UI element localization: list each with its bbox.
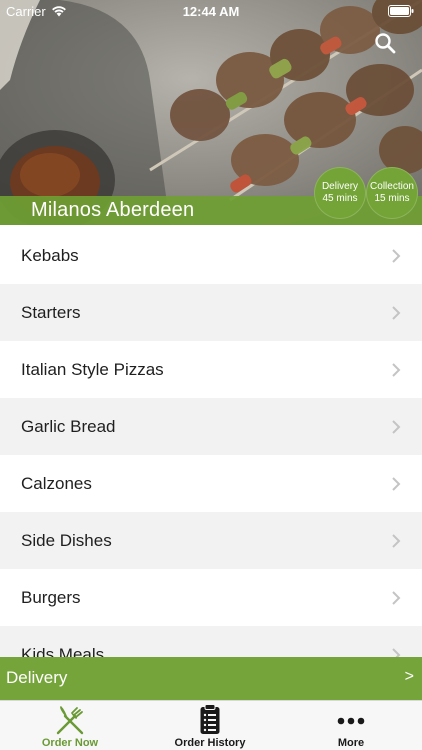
category-label: Starters (21, 302, 81, 322)
collection-badge-title: Collection (370, 181, 414, 192)
restaurant-name: Milanos Aberdeen (31, 199, 195, 221)
order-type-bar[interactable]: Delivery > (0, 657, 422, 700)
category-row-starters[interactable]: Starters (0, 284, 422, 341)
status-bar: Carrier 12:44 AM (0, 0, 422, 22)
chevron-right-icon (392, 647, 401, 657)
delivery-badge-time: 45 mins (322, 193, 358, 204)
chevron-right-icon (392, 533, 401, 548)
battery-icon (388, 5, 414, 17)
category-label: Italian Style Pizzas (21, 359, 164, 379)
category-label: Calzones (21, 473, 92, 493)
tab-order-history-label: Order History (174, 737, 246, 749)
order-type-arrow: > (404, 668, 414, 685)
tab-order-now[interactable]: Order Now (0, 701, 140, 750)
category-list: Kebabs Starters Italian Style Pizzas Gar… (0, 227, 422, 657)
chevron-right-icon (392, 419, 401, 434)
category-row-kids-meals[interactable]: Kids Meals (0, 626, 422, 657)
status-time: 12:44 AM (182, 4, 240, 19)
more-dots-icon (337, 717, 365, 725)
receipt-icon (200, 704, 220, 734)
category-label: Side Dishes (21, 530, 112, 550)
category-label: Burgers (21, 587, 81, 607)
tab-order-now-label: Order Now (41, 737, 99, 749)
category-row-burgers[interactable]: Burgers (0, 569, 422, 626)
order-type-label: Delivery (6, 668, 68, 687)
hero-header: Carrier 12:44 AM Milanos Aberdeen Delive… (0, 0, 422, 225)
category-row-italian-style-pizzas[interactable]: Italian Style Pizzas (0, 341, 422, 398)
chevron-right-icon (392, 248, 401, 263)
delivery-time-badge: Delivery 45 mins (314, 167, 366, 219)
tab-order-history[interactable]: Order History (140, 701, 280, 750)
delivery-badge-title: Delivery (321, 181, 359, 192)
chevron-right-icon (392, 476, 401, 491)
search-icon[interactable] (374, 32, 396, 54)
category-row-garlic-bread[interactable]: Garlic Bread (0, 398, 422, 455)
category-label: Kids Meals (21, 644, 105, 658)
category-row-calzones[interactable]: Calzones (0, 455, 422, 512)
chevron-right-icon (392, 362, 401, 377)
chevron-right-icon (392, 305, 401, 320)
category-row-side-dishes[interactable]: Side Dishes (0, 512, 422, 569)
category-label: Garlic Bread (21, 416, 116, 436)
tab-more[interactable]: More (281, 701, 421, 750)
collection-time-badge: Collection 15 mins (366, 167, 418, 219)
category-label: Kebabs (21, 245, 79, 265)
fork-knife-icon (56, 706, 84, 735)
category-row-kebabs[interactable]: Kebabs (0, 227, 422, 284)
chevron-right-icon (392, 590, 401, 605)
collection-badge-time: 15 mins (374, 193, 410, 204)
tab-more-label: More (337, 737, 365, 749)
tab-bar: Order Now Order History More (0, 700, 422, 750)
